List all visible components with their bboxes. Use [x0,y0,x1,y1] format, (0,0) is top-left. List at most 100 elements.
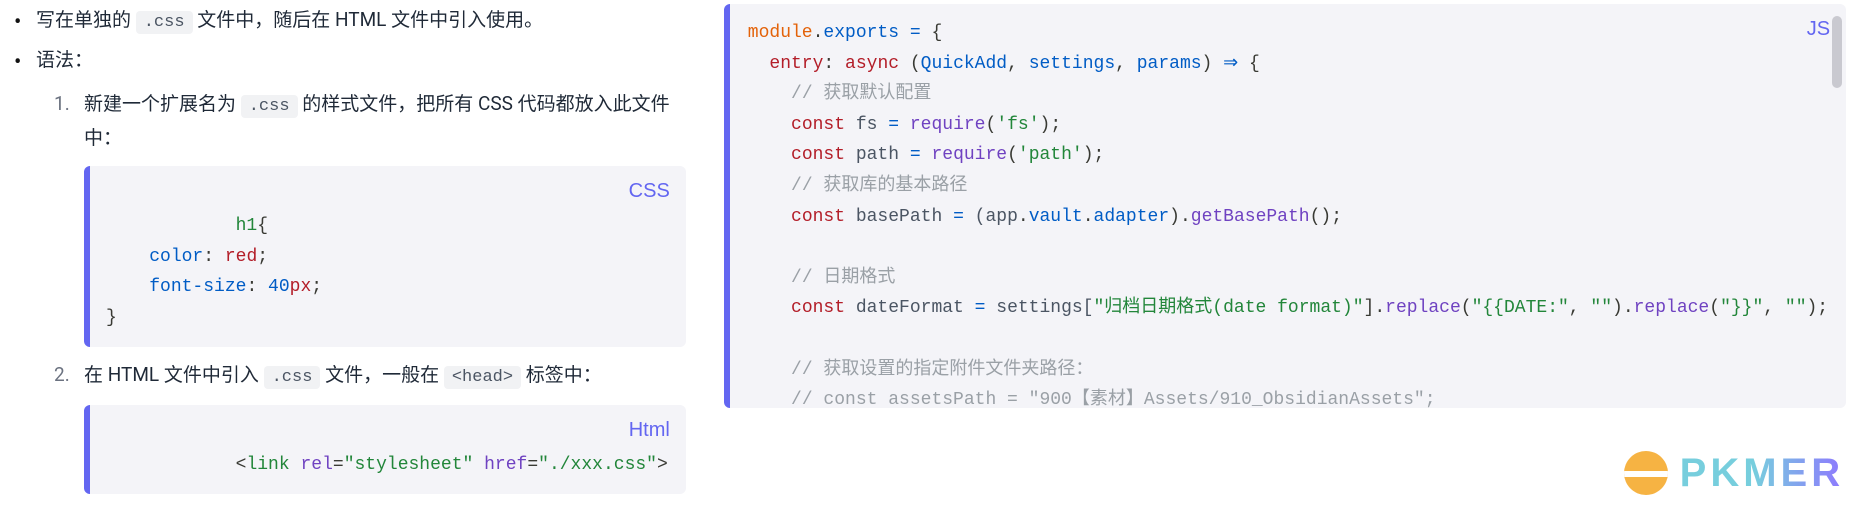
text: 文件中，随后在 HTML 文件中引入使用。 [193,8,544,31]
t: QuickAdd [921,54,1007,74]
t: const [791,207,845,227]
t: 'fs' [996,115,1039,135]
text: 新建一个扩展名为 [84,92,241,115]
t [921,145,932,165]
code-token: 40 [268,277,290,297]
code-token: < [236,455,247,475]
code-token: link [246,455,289,475]
t: "" [1785,298,1807,318]
t: { [921,23,943,43]
code-lang-label: CSS [629,174,670,208]
t: "}}" [1720,298,1763,318]
t: . [813,23,824,43]
code-line: // 获取设置的指定附件文件夹路径： [748,355,1828,386]
code-line: // const assetsPath = "900【素材】Assets/910… [748,385,1828,408]
code-token: > [657,455,668,475]
code-token: } [106,308,117,328]
code-token [290,455,301,475]
code-token: red [225,247,257,267]
text: 文件，一般在 [320,363,443,386]
t: // 获取设置的指定附件文件夹路径： [791,360,1093,380]
t: ) [1202,54,1224,74]
t: ); [1040,115,1062,135]
t: // 获取库的基本路径 [791,176,967,196]
t: replace [1385,298,1461,318]
t: . [1083,207,1094,227]
code-token: px [290,277,312,297]
t: , [1763,298,1785,318]
t: entry [769,54,823,74]
scrollbar-track[interactable] [1832,16,1842,396]
t: = [953,207,964,227]
t: = [910,145,921,165]
t: require [910,115,986,135]
t: adapter [1094,207,1170,227]
t: ( [1709,298,1720,318]
code-block-css: CSSh1{ color: red; font-size: 40px; } [84,166,686,347]
step-1: 新建一个扩展名为 .css 的样式文件，把所有 CSS 代码都放入此文件中： C… [84,88,686,347]
t: path [845,145,910,165]
bullet-item-2: 语法： 新建一个扩展名为 .css 的样式文件，把所有 CSS 代码都放入此文件… [36,44,686,495]
code-token: : [203,247,225,267]
t: ). [1169,207,1191,227]
code-token [473,455,484,475]
t: params [1137,54,1202,74]
t: (app [964,207,1018,227]
code-block-js: JS module.exports = { entry: async (Quic… [724,4,1846,408]
t [899,23,910,43]
t: fs [845,115,888,135]
bullet-list: 写在单独的 .css 文件中，随后在 HTML 文件中引入使用。 语法： 新建一… [8,4,686,494]
code-line: entry: async (QuickAdd, settings, params… [748,49,1828,80]
t: getBasePath [1191,207,1310,227]
t: // 日期格式 [791,268,895,288]
step-2: 在 HTML 文件中引入 .css 文件，一般在 <head> 标签中： Htm… [84,359,686,494]
t [834,54,845,74]
text: 标签中： [521,363,602,386]
t: ( [1007,145,1018,165]
code-token: = [527,455,538,475]
text: 写在单独的 [36,8,136,31]
inline-code-css: .css [264,366,321,389]
bullet-item-1: 写在单独的 .css 文件中，随后在 HTML 文件中引入使用。 [36,4,686,38]
t: , [1007,54,1029,74]
code-token: ; [311,277,322,297]
inline-code-css: .css [241,95,298,118]
t: // const assetsPath = "900【素材】Assets/910… [791,390,1436,408]
code-line [748,232,1828,263]
text: 语法： [36,48,93,71]
t: vault [1029,207,1083,227]
t: settings [1029,54,1115,74]
t: require [931,145,1007,165]
t: , [1569,298,1591,318]
inline-code-head: <head> [444,366,521,389]
t: ). [1612,298,1634,318]
code-token: href [484,455,527,475]
t: "{{DATE:" [1472,298,1569,318]
code-lang-label: JS [1807,12,1830,46]
code-line: // 日期格式 [748,263,1828,294]
t: ); [1807,298,1829,318]
code-token: ; [257,247,268,267]
scrollbar-thumb[interactable] [1832,16,1842,88]
doc-left-column: 写在单独的 .css 文件中，随后在 HTML 文件中引入使用。 语法： 新建一… [0,0,706,519]
t: settings[ [985,298,1093,318]
t: = [910,23,921,43]
t: ); [1083,145,1105,165]
code-token: "stylesheet" [344,455,474,475]
t: , [1115,54,1137,74]
t: const [791,115,845,135]
code-line: const path = require('path'); [748,140,1828,171]
inline-code-css: .css [136,11,193,34]
code-token: color [149,247,203,267]
ordered-list: 新建一个扩展名为 .css 的样式文件，把所有 CSS 代码都放入此文件中： C… [36,88,686,494]
t: const [791,145,845,165]
code-token: font-size [149,277,246,297]
t: ( [986,115,997,135]
t: = [975,298,986,318]
code-token: : [246,277,268,297]
code-block-html: Html<link rel="stylesheet" href="./xxx.c… [84,405,686,494]
t: exports [823,23,899,43]
t: const [791,298,845,318]
t: async [845,54,899,74]
t: { [1238,54,1260,74]
